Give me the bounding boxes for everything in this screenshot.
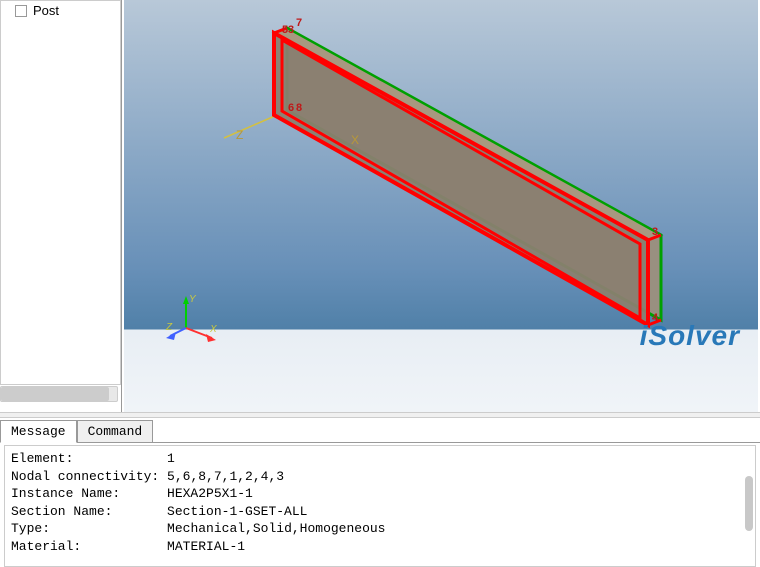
axis-label-x: X [351, 133, 359, 147]
tree-item-post[interactable]: Post [1, 1, 120, 20]
console-value: MATERIAL-1 [167, 539, 245, 554]
message-console[interactable]: Element: 1 Nodal connectivity: 5,6,8,7,1… [4, 445, 756, 567]
sidebar: Post [0, 0, 122, 412]
console-key: Type: [11, 521, 50, 536]
scrollbar-thumb[interactable] [1, 387, 109, 401]
axis-triad-icon: Y X Z [164, 290, 224, 350]
tab-message[interactable]: Message [0, 420, 77, 443]
svg-text:Z: Z [165, 322, 173, 333]
node-label: 6 [288, 102, 294, 114]
svg-text:X: X [209, 324, 217, 335]
console-scrollbar-thumb[interactable] [745, 476, 753, 531]
console-key: Element: [11, 451, 73, 466]
sidebar-scrollbar-horizontal[interactable] [0, 386, 118, 402]
console-key: Instance Name: [11, 486, 120, 501]
checkbox-icon[interactable] [15, 5, 27, 17]
console-key: Material: [11, 539, 81, 554]
brand-logo: iSolver [640, 320, 740, 352]
console-key: Section Name: [11, 504, 112, 519]
3d-viewport[interactable]: 7 5 3 6 8 3 4 X Z Y X Z iSolver [124, 0, 758, 412]
node-label: 3 [652, 226, 658, 238]
node-label: 7 [296, 17, 302, 29]
console-key: Nodal connectivity: [11, 469, 159, 484]
console-value: HEXA2P5X1-1 [167, 486, 253, 501]
console-value: Mechanical,Solid,Homogeneous [167, 521, 385, 536]
console-value: 5,6,8,7,1,2,4,3 [167, 469, 284, 484]
tree-panel: Post [0, 0, 121, 385]
console-value: 1 [167, 451, 175, 466]
splitter-horizontal[interactable] [0, 412, 760, 418]
node-label: 8 [296, 102, 302, 114]
tree-item-label: Post [33, 3, 59, 18]
axis-label-z: Z [236, 128, 243, 142]
tab-command[interactable]: Command [77, 420, 154, 442]
node-label: 3 [288, 24, 294, 36]
svg-text:Y: Y [189, 294, 197, 305]
console-value: Section-1-GSET-ALL [167, 504, 307, 519]
console-tabs: Message Command [0, 420, 760, 443]
